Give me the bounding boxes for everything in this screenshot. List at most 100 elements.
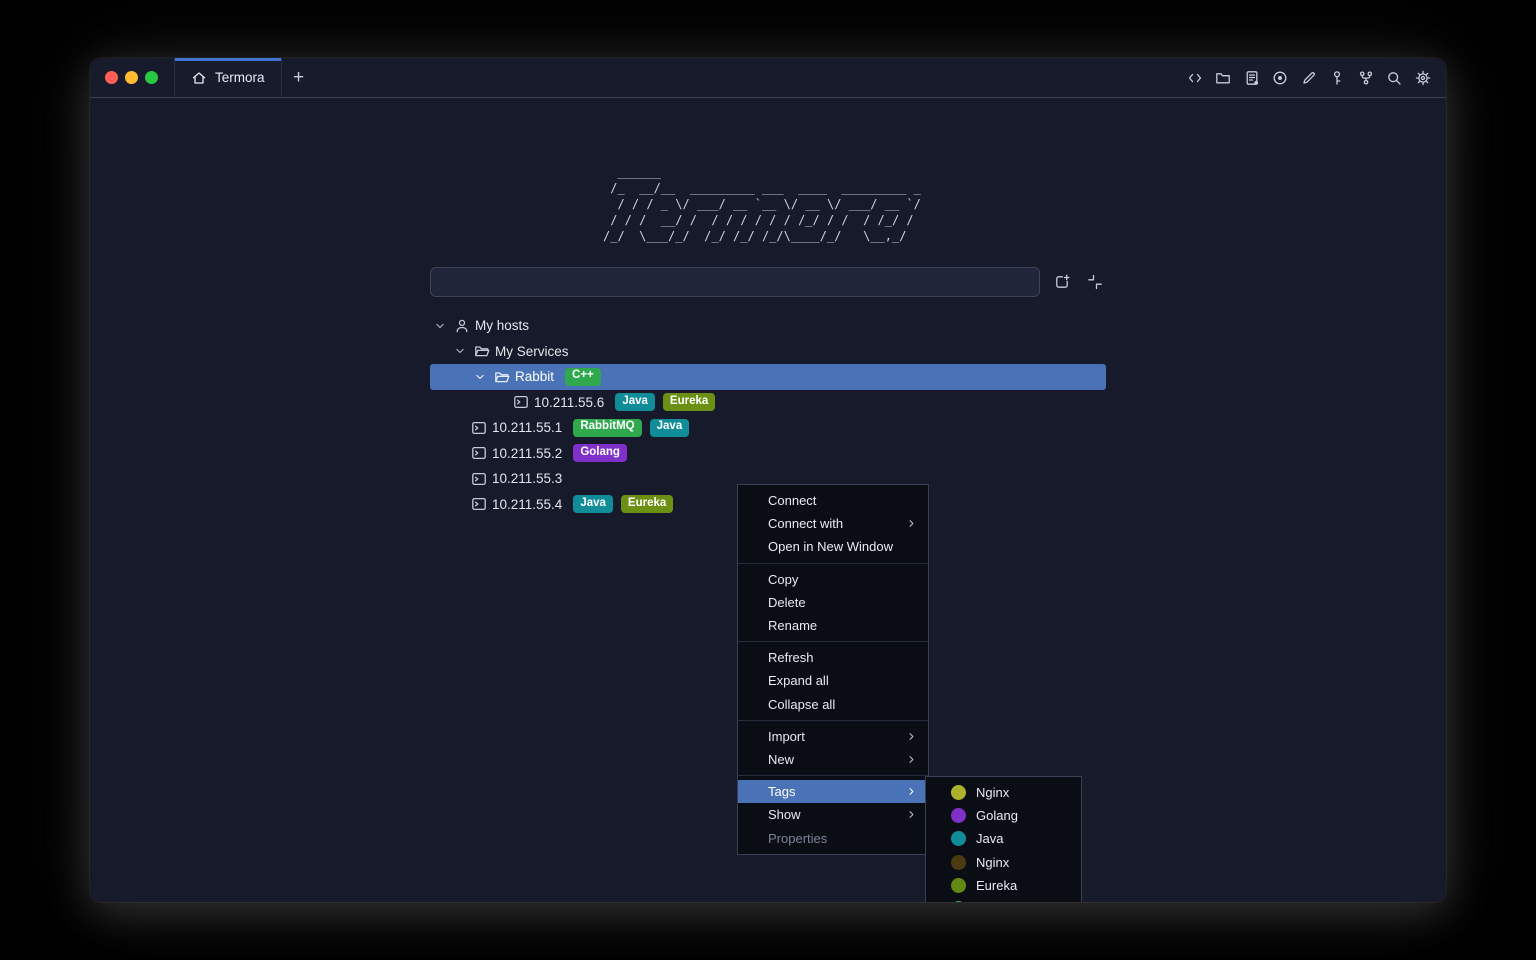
tag-badge: C++ bbox=[565, 368, 601, 386]
tag-color-dot bbox=[951, 785, 966, 800]
folder-icon[interactable] bbox=[1215, 69, 1232, 86]
tag-option-label: Java bbox=[976, 831, 1003, 846]
tag-color-dot bbox=[951, 855, 966, 870]
menu-separator bbox=[738, 641, 928, 642]
key-icon[interactable] bbox=[1329, 69, 1346, 86]
titlebar-toolbar bbox=[1186, 58, 1446, 97]
tree-row-rabbit[interactable]: Rabbit C++ bbox=[430, 364, 1106, 390]
menu-item-refresh[interactable]: Refresh bbox=[738, 646, 928, 669]
menu-separator bbox=[738, 563, 928, 564]
tag-option-label: RabbitMQ bbox=[976, 901, 1035, 902]
tag-badge: Golang bbox=[573, 444, 627, 462]
tag-option-eureka[interactable]: Eureka bbox=[926, 874, 1081, 897]
menu-item-show[interactable]: Show bbox=[738, 803, 928, 826]
chevron-down-icon[interactable] bbox=[472, 368, 488, 385]
tag-badge: Java bbox=[615, 393, 655, 411]
add-host-icon[interactable] bbox=[1051, 271, 1073, 293]
search-icon[interactable] bbox=[1386, 69, 1403, 86]
tag-option-nginx[interactable]: Nginx bbox=[926, 781, 1081, 804]
tag-option-label: Golang bbox=[976, 808, 1018, 823]
tree-item-label: My hosts bbox=[475, 318, 529, 333]
branch-icon[interactable] bbox=[1357, 69, 1374, 86]
menu-item-label: Refresh bbox=[768, 650, 918, 665]
zoom-button[interactable] bbox=[145, 71, 158, 84]
menu-item-label: Properties bbox=[768, 831, 918, 846]
search-input[interactable] bbox=[430, 267, 1040, 297]
search-row bbox=[430, 267, 1106, 297]
record-icon[interactable] bbox=[1272, 69, 1289, 86]
tag-color-dot bbox=[951, 808, 966, 823]
tag-color-dot bbox=[951, 831, 966, 846]
window-controls bbox=[90, 58, 175, 97]
tab-termora[interactable]: Termora bbox=[175, 58, 282, 97]
new-tab-button[interactable]: + bbox=[282, 58, 316, 97]
menu-item-new[interactable]: New bbox=[738, 748, 928, 771]
menu-item-connect[interactable]: Connect bbox=[738, 489, 928, 512]
tag-badge: Eureka bbox=[621, 495, 673, 513]
code-icon[interactable] bbox=[1186, 69, 1203, 86]
menu-item-label: Open in New Window bbox=[768, 539, 918, 554]
tree-item-label: Rabbit bbox=[515, 369, 554, 384]
menu-item-label: Show bbox=[768, 807, 904, 822]
tag-badge: RabbitMQ bbox=[573, 419, 641, 437]
menu-item-label: Import bbox=[768, 729, 904, 744]
tree-row-10-211-55-2[interactable]: 10.211.55.2Golang bbox=[430, 441, 1106, 467]
menu-item-expand-all[interactable]: Expand all bbox=[738, 669, 928, 692]
folder-open-icon bbox=[473, 343, 490, 360]
menu-item-import[interactable]: Import bbox=[738, 725, 928, 748]
tab-label: Termora bbox=[215, 70, 265, 85]
terminal-icon bbox=[512, 394, 529, 411]
terminal-icon bbox=[470, 496, 487, 513]
tag-badge: Java bbox=[573, 495, 613, 513]
tree-row-my-hosts[interactable]: My hosts bbox=[430, 313, 1106, 339]
menu-item-label: New bbox=[768, 752, 904, 767]
tag-option-rabbitmq[interactable]: RabbitMQ bbox=[926, 897, 1081, 902]
menu-item-label: Connect with bbox=[768, 516, 904, 531]
collapse-icon[interactable] bbox=[1084, 271, 1106, 293]
tag-color-dot bbox=[951, 878, 966, 893]
chevron-right-icon bbox=[904, 517, 918, 531]
terminal-icon bbox=[470, 419, 487, 436]
tag-option-golang[interactable]: Golang bbox=[926, 804, 1081, 827]
settings-icon[interactable] bbox=[1414, 69, 1431, 86]
tree-row-my-services[interactable]: My Services bbox=[430, 339, 1106, 365]
menu-item-label: Collapse all bbox=[768, 697, 918, 712]
chevron-right-icon bbox=[904, 752, 918, 766]
terminal-icon bbox=[470, 470, 487, 487]
tag-option-label: Nginx bbox=[976, 785, 1009, 800]
menu-item-copy[interactable]: Copy bbox=[738, 568, 928, 591]
tag-color-dot bbox=[951, 901, 966, 902]
close-button[interactable] bbox=[105, 71, 118, 84]
menu-item-tags[interactable]: Tags bbox=[738, 780, 928, 803]
tree-item-label: 10.211.55.3 bbox=[492, 471, 562, 486]
tree-row-10-211-55-1[interactable]: 10.211.55.1RabbitMQJava bbox=[430, 415, 1106, 441]
chevron-down-icon[interactable] bbox=[432, 317, 448, 334]
tag-option-label: Nginx bbox=[976, 855, 1009, 870]
menu-item-label: Copy bbox=[768, 572, 918, 587]
tag-option-label: Eureka bbox=[976, 878, 1017, 893]
menu-item-open-in-new-window[interactable]: Open in New Window bbox=[738, 535, 928, 558]
edit-icon[interactable] bbox=[1300, 69, 1317, 86]
ascii-logo: ______ /_ __/__ _________ ___ ____ _____… bbox=[603, 164, 933, 244]
menu-separator bbox=[738, 775, 928, 776]
tags-submenu: NginxGolangJavaNginxEurekaRabbitMQ✓C++Ma… bbox=[925, 776, 1082, 902]
file-log-icon[interactable] bbox=[1243, 69, 1260, 86]
menu-item-label: Tags bbox=[768, 784, 904, 799]
menu-item-rename[interactable]: Rename bbox=[738, 614, 928, 637]
chevron-down-icon[interactable] bbox=[452, 343, 468, 360]
tag-badge: Java bbox=[650, 419, 690, 437]
menu-item-connect-with[interactable]: Connect with bbox=[738, 512, 928, 535]
app-window: Termora + ______ /_ __/__ _________ ___ … bbox=[90, 58, 1446, 902]
menu-item-label: Connect bbox=[768, 493, 918, 508]
tree-item-label: 10.211.55.6 bbox=[534, 395, 604, 410]
tag-option-java[interactable]: Java bbox=[926, 827, 1081, 850]
minimize-button[interactable] bbox=[125, 71, 138, 84]
menu-item-delete[interactable]: Delete bbox=[738, 591, 928, 614]
tree-row-10-211-55-6[interactable]: 10.211.55.6JavaEureka bbox=[430, 390, 1106, 416]
menu-item-label: Expand all bbox=[768, 673, 918, 688]
context-menu: Connect Connect with Open in New Window Cop… bbox=[737, 484, 929, 855]
tag-option-nginx[interactable]: Nginx bbox=[926, 851, 1081, 874]
tree-item-label: 10.211.55.4 bbox=[492, 497, 562, 512]
menu-item-collapse-all[interactable]: Collapse all bbox=[738, 693, 928, 716]
home-icon bbox=[191, 70, 207, 86]
